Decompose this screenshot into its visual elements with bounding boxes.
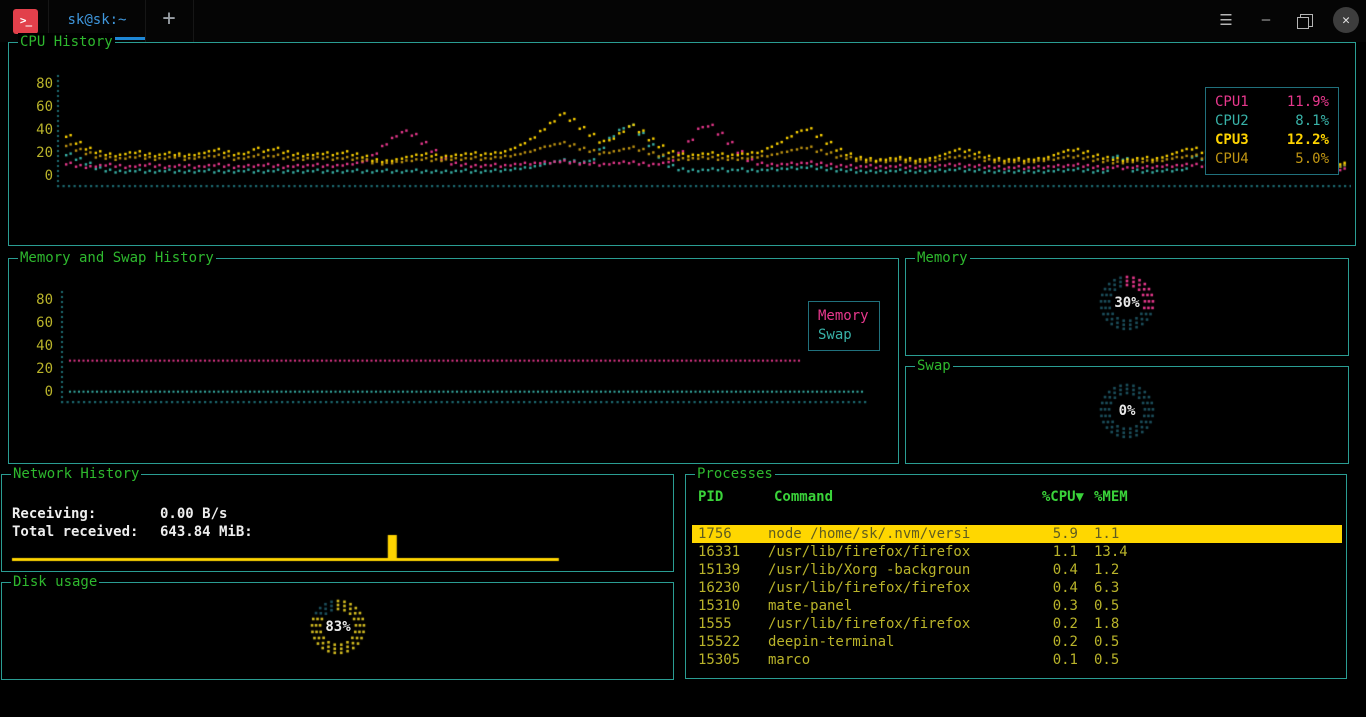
col-pid[interactable]: PID [698,489,774,505]
y-tick-label: 0 [19,168,53,184]
cpu-y-axis: 80 60 40 20 0 [19,43,53,245]
col-cmd: mate-panel [768,597,1020,615]
maximize-icon[interactable] [1293,7,1319,33]
col-command[interactable]: Command [774,489,1026,505]
disk-usage-panel: Disk usage 83% [1,582,674,680]
col-mem: 1.2 [1078,561,1148,579]
titlebar: >_ sk@sk:~ + ☰ — ✕ [0,0,1366,42]
y-tick-label: 40 [19,122,53,138]
process-table-body: 1756node /home/sk/.nvm/versi5.91.116331/… [686,525,1346,669]
col-pid: 15139 [698,561,768,579]
network-sparkline [8,533,667,565]
process-row[interactable]: 16230/usr/lib/firefox/firefox0.46.3 [692,579,1342,597]
col-mem: 6.3 [1078,579,1148,597]
memswap-history-chart [59,273,867,413]
col-pid: 16230 [698,579,768,597]
col-cmd: marco [768,651,1020,669]
swap-percent: 0% [1119,403,1136,419]
disk-usage-title: Disk usage [11,573,99,591]
col-cpu: 0.2 [1020,615,1078,633]
legend-entry: CPU111.9% [1215,93,1329,112]
memswap-history-panel: Memory and Swap History 806040200 Memory… [8,258,899,464]
y-tick-label: 20 [19,361,53,377]
col-mem: 0.5 [1078,633,1148,651]
processes-panel: Processes PID Command %CPU▼ %MEM 1756nod… [685,474,1347,679]
col-pid: 1555 [698,615,768,633]
col-cpu-sort[interactable]: %CPU▼ [1026,489,1084,505]
col-pid: 15305 [698,651,768,669]
col-cmd: node /home/sk/.nvm/versi [768,525,1020,543]
process-row-selected[interactable]: 1756node /home/sk/.nvm/versi5.91.1 [692,525,1342,543]
col-cpu: 0.4 [1020,561,1078,579]
memswap-legend: MemorySwap [808,301,880,351]
cpu-legend: CPU111.9%CPU28.1%CPU312.2%CPU45.0% [1205,87,1339,175]
swap-panel: Swap 0% [905,366,1349,464]
col-cpu: 0.4 [1020,579,1078,597]
process-row[interactable]: 15305marco0.10.5 [692,651,1342,669]
disk-percent: 83% [325,619,350,635]
legend-entry: Swap [818,326,870,345]
process-row[interactable]: 15139/usr/lib/Xorg -backgroun0.41.2 [692,561,1342,579]
col-cpu: 5.9 [1020,525,1078,543]
minimize-icon[interactable]: — [1253,7,1279,33]
menu-icon[interactable]: ☰ [1213,7,1239,33]
col-mem[interactable]: %MEM [1084,489,1154,505]
col-mem: 13.4 [1078,543,1148,561]
col-cpu: 1.1 [1020,543,1078,561]
process-row[interactable]: 15522deepin-terminal0.20.5 [692,633,1342,651]
legend-entry: CPU312.2% [1215,131,1329,150]
memory-percent: 30% [1114,295,1139,311]
legend-entry: Memory [818,307,870,326]
cpu-history-panel: CPU History 806040200 CPU111.9%CPU28.1%C… [8,42,1356,246]
tab-title: sk@sk:~ [67,12,126,28]
legend-entry: CPU28.1% [1215,112,1329,131]
process-row[interactable]: 1555/usr/lib/firefox/firefox0.21.8 [692,615,1342,633]
col-cmd: /usr/lib/firefox/firefox [768,579,1020,597]
window-controls: ☰ — ✕ [1213,7,1359,33]
y-tick-label: 80 [19,76,53,92]
col-pid: 1756 [698,525,768,543]
y-tick-label: 40 [19,338,53,354]
col-pid: 15522 [698,633,768,651]
process-table-header: PID Command %CPU▼ %MEM [686,489,1358,505]
y-tick-label: 60 [19,315,53,331]
close-icon[interactable]: ✕ [1333,7,1359,33]
network-history-title: Network History [11,465,141,483]
receiving-label: Receiving: [12,505,160,523]
process-row[interactable]: 16331/usr/lib/firefox/firefox1.113.4 [692,543,1342,561]
col-cmd: deepin-terminal [768,633,1020,651]
col-mem: 1.1 [1078,525,1148,543]
col-cpu: 0.2 [1020,633,1078,651]
y-tick-label: 20 [19,145,53,161]
y-tick-label: 80 [19,292,53,308]
col-cmd: /usr/lib/firefox/firefox [768,543,1020,561]
processes-title: Processes [695,465,775,483]
memory-panel: Memory 30% [905,258,1349,356]
cpu-history-chart [55,57,1351,197]
col-cmd: /usr/lib/firefox/firefox [768,615,1020,633]
col-pid: 15310 [698,597,768,615]
terminal-app-icon: >_ [13,9,38,34]
col-pid: 16331 [698,543,768,561]
col-mem: 0.5 [1078,597,1148,615]
y-tick-label: 60 [19,99,53,115]
terminal-window: >_ sk@sk:~ + ☰ — ✕ CPU History 806040200… [0,0,1366,717]
swap-title: Swap [915,357,953,375]
legend-entry: CPU45.0% [1215,150,1329,169]
col-mem: 0.5 [1078,651,1148,669]
col-cpu: 0.3 [1020,597,1078,615]
memory-title: Memory [915,249,970,267]
col-mem: 1.8 [1078,615,1148,633]
process-row[interactable]: 15310mate-panel0.30.5 [692,597,1342,615]
receiving-value: 0.00 B/s [160,506,227,522]
y-tick-label: 0 [19,384,53,400]
memswap-y-axis: 80 60 40 20 0 [19,259,53,463]
new-tab-button[interactable]: + [145,0,194,42]
col-cmd: /usr/lib/Xorg -backgroun [768,561,1020,579]
col-cpu: 0.1 [1020,651,1078,669]
network-history-panel: Network History Receiving:0.00 B/s Total… [1,474,674,572]
